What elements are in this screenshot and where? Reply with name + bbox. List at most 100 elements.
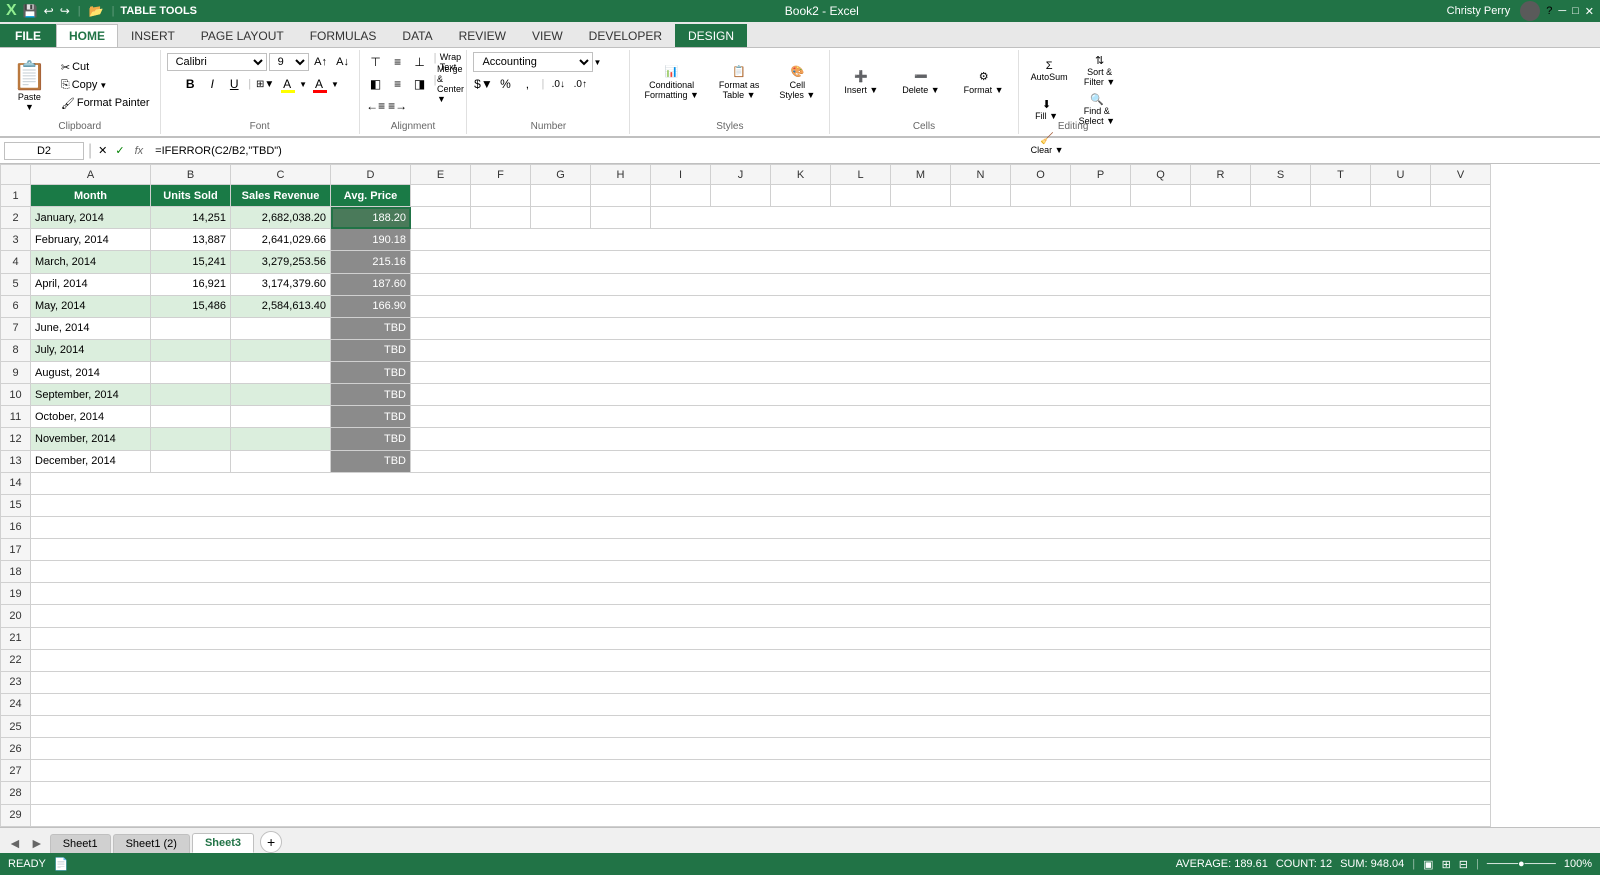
cell-t1[interactable] xyxy=(1311,185,1371,207)
cell-c12[interactable] xyxy=(231,428,331,450)
cell-rest-11[interactable] xyxy=(411,406,1491,428)
row-header-15[interactable]: 15 xyxy=(1,494,31,516)
cell-b5[interactable]: 16,921 xyxy=(151,273,231,295)
cell-j1[interactable] xyxy=(711,185,771,207)
cell-c5[interactable]: 3,174,379.60 xyxy=(231,273,331,295)
percent-button[interactable]: % xyxy=(495,74,515,94)
tab-data[interactable]: DATA xyxy=(389,24,445,47)
cell-p1[interactable] xyxy=(1071,185,1131,207)
cell-a4[interactable]: March, 2014 xyxy=(31,251,151,273)
close-btn[interactable]: ✕ xyxy=(1585,5,1594,18)
cell-a10[interactable]: September, 2014 xyxy=(31,384,151,406)
row-header-8[interactable]: 8 xyxy=(1,339,31,361)
cell-n1[interactable] xyxy=(951,185,1011,207)
copy-button[interactable]: ⎘ Copy ▼ xyxy=(57,77,154,94)
row-header-23[interactable]: 23 xyxy=(1,671,31,693)
align-middle-button[interactable]: ≡ xyxy=(388,52,408,72)
cell-b13[interactable] xyxy=(151,450,231,472)
row-header-24[interactable]: 24 xyxy=(1,693,31,715)
font-grow-button[interactable]: A↑ xyxy=(311,52,331,72)
cell-a1[interactable]: Month xyxy=(31,185,151,207)
fill-color-button[interactable]: A xyxy=(277,74,297,94)
row-header-17[interactable]: 17 xyxy=(1,539,31,561)
col-header-g[interactable]: G xyxy=(531,165,591,185)
cell-c6[interactable]: 2,584,613.40 xyxy=(231,295,331,317)
cell-d5[interactable]: 187.60 xyxy=(331,273,411,295)
cell-c2[interactable]: 2,682,038.20 xyxy=(231,207,331,229)
cell-a13[interactable]: December, 2014 xyxy=(31,450,151,472)
row-header-5[interactable]: 5 xyxy=(1,273,31,295)
col-header-a[interactable]: A xyxy=(31,165,151,185)
sheet-tab-3[interactable]: Sheet3 xyxy=(192,833,254,853)
cell-b2[interactable]: 14,251 xyxy=(151,207,231,229)
sheet-tab-2[interactable]: Sheet1 (2) xyxy=(113,834,190,853)
sheet-tab-1[interactable]: Sheet1 xyxy=(50,834,111,853)
tab-formulas[interactable]: FORMULAS xyxy=(297,24,390,47)
cell-g2[interactable] xyxy=(531,207,591,229)
cell-k1[interactable] xyxy=(771,185,831,207)
cell-d2[interactable]: 188.20 xyxy=(331,207,411,229)
cell-q1[interactable] xyxy=(1131,185,1191,207)
font-color-button[interactable]: A xyxy=(309,74,329,94)
border-button[interactable]: ⊞▼ xyxy=(255,74,275,94)
cells-14[interactable] xyxy=(31,472,1491,494)
cells-17[interactable] xyxy=(31,539,1491,561)
redo-icon[interactable]: ↪ xyxy=(58,4,72,18)
cell-rest-8[interactable] xyxy=(411,339,1491,361)
cell-b7[interactable] xyxy=(151,317,231,339)
format-button[interactable]: ⚙ Format ▼ xyxy=(956,52,1012,112)
col-header-r[interactable]: R xyxy=(1191,165,1251,185)
row-header-1[interactable]: 1 xyxy=(1,185,31,207)
cell-c3[interactable]: 2,641,029.66 xyxy=(231,229,331,251)
cell-b8[interactable] xyxy=(151,339,231,361)
cut-button[interactable]: ✂ Cut xyxy=(57,59,154,76)
format-as-table-button[interactable]: 📋 Format asTable ▼ xyxy=(711,52,768,112)
cell-a5[interactable]: April, 2014 xyxy=(31,273,151,295)
cell-b11[interactable] xyxy=(151,406,231,428)
cell-f1[interactable] xyxy=(471,185,531,207)
increase-indent-button[interactable]: ≡→ xyxy=(388,96,408,116)
decrease-decimal-button[interactable]: .0↓ xyxy=(548,74,568,94)
confirm-formula-btn[interactable]: ✓ xyxy=(113,144,126,157)
sheet-scroll-right[interactable]: ► xyxy=(26,833,48,853)
clear-button[interactable]: 🧹 Clear ▼ xyxy=(1025,130,1070,157)
col-header-f[interactable]: F xyxy=(471,165,531,185)
col-header-n[interactable]: N xyxy=(951,165,1011,185)
cell-d4[interactable]: 215.16 xyxy=(331,251,411,273)
cell-d8[interactable]: TBD xyxy=(331,339,411,361)
cell-c1[interactable]: Sales Revenue xyxy=(231,185,331,207)
row-header-14[interactable]: 14 xyxy=(1,472,31,494)
col-header-b[interactable]: B xyxy=(151,165,231,185)
cells-21[interactable] xyxy=(31,627,1491,649)
cell-rest-10[interactable] xyxy=(411,384,1491,406)
col-header-h[interactable]: H xyxy=(591,165,651,185)
cell-c4[interactable]: 3,279,253.56 xyxy=(231,251,331,273)
cell-v1[interactable] xyxy=(1431,185,1491,207)
cells-18[interactable] xyxy=(31,561,1491,583)
tab-design[interactable]: DESIGN xyxy=(675,24,747,47)
add-sheet-button[interactable]: + xyxy=(260,831,282,853)
page-layout-btn[interactable]: ⊞ xyxy=(1442,858,1451,871)
row-header-28[interactable]: 28 xyxy=(1,782,31,804)
row-header-10[interactable]: 10 xyxy=(1,384,31,406)
sheet-scroll-left[interactable]: ◄ xyxy=(4,833,26,853)
cell-c10[interactable] xyxy=(231,384,331,406)
page-view-icon[interactable]: 📄 xyxy=(54,857,69,871)
cell-i1[interactable] xyxy=(651,185,711,207)
cell-b9[interactable] xyxy=(151,362,231,384)
font-color-dropdown[interactable]: ▼ xyxy=(331,80,339,89)
tab-file[interactable]: FILE xyxy=(0,24,56,47)
cell-rest-7[interactable] xyxy=(411,317,1491,339)
row-header-20[interactable]: 20 xyxy=(1,605,31,627)
row-header-27[interactable]: 27 xyxy=(1,760,31,782)
cell-c13[interactable] xyxy=(231,450,331,472)
cell-d1[interactable]: Avg. Price xyxy=(331,185,411,207)
cell-c8[interactable] xyxy=(231,339,331,361)
cell-o1[interactable] xyxy=(1011,185,1071,207)
formula-input[interactable] xyxy=(151,143,1596,159)
row-header-21[interactable]: 21 xyxy=(1,627,31,649)
col-header-i[interactable]: I xyxy=(651,165,711,185)
row-header-4[interactable]: 4 xyxy=(1,251,31,273)
save-icon[interactable]: 💾 xyxy=(21,4,40,18)
align-right-button[interactable]: ◨ xyxy=(410,74,430,94)
